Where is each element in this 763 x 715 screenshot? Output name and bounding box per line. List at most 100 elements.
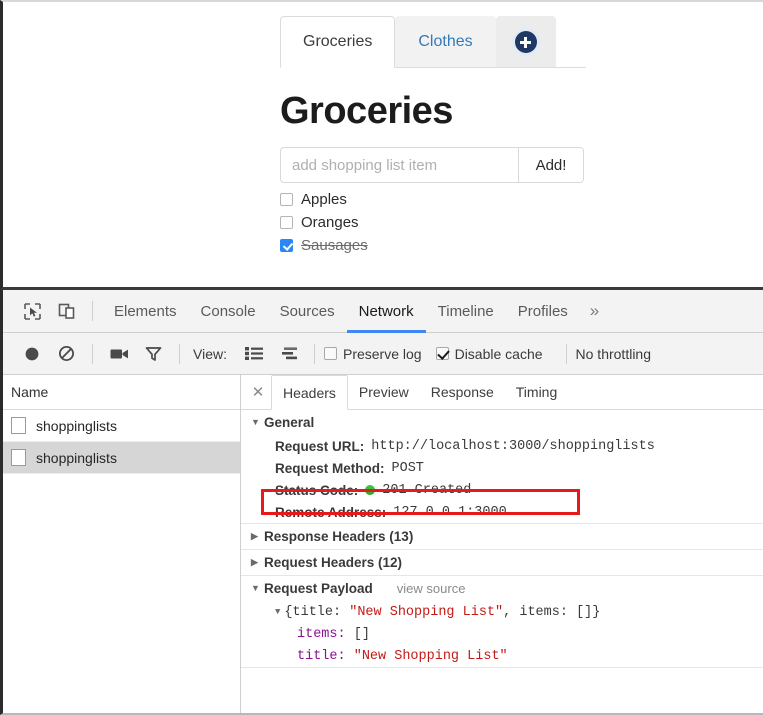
- detail-tab-timing[interactable]: Timing: [505, 375, 569, 410]
- request-method-value: POST: [392, 461, 424, 476]
- requests-column-header[interactable]: Name: [3, 375, 240, 410]
- section-request-headers-title: Request Headers (12): [264, 555, 402, 570]
- table-row[interactable]: shoppinglists: [3, 410, 240, 442]
- list-item-label: Oranges: [301, 214, 359, 231]
- add-item-input[interactable]: [281, 148, 518, 182]
- triangle-down-icon: ▼: [251, 418, 264, 427]
- close-icon[interactable]: ✕: [245, 375, 271, 410]
- status-code-key: Status Code:: [275, 483, 358, 498]
- request-url-key: Request URL:: [275, 439, 364, 454]
- inspect-element-icon[interactable]: [15, 296, 49, 326]
- tab-profiles[interactable]: Profiles: [506, 290, 580, 333]
- throttling-selector[interactable]: No throttling: [576, 346, 651, 362]
- row-status-code: Status Code: 201 Created: [241, 479, 763, 501]
- clear-no-entry-icon[interactable]: [49, 339, 83, 369]
- shopping-list-tabs: Groceries Clothes: [280, 16, 556, 68]
- browser-page-region: Groceries Clothes Groceries Add! Apples …: [0, 0, 763, 290]
- item-checkbox[interactable]: [280, 216, 293, 229]
- payload-summary-title: "New Shopping List": [349, 605, 503, 620]
- preserve-log-checkbox[interactable]: [324, 347, 337, 360]
- disable-cache-checkbox[interactable]: [436, 347, 449, 360]
- name-column-label: Name: [11, 384, 48, 400]
- camera-icon[interactable]: [102, 339, 136, 369]
- payload-summary[interactable]: ▼{title: "New Shopping List", items: []}: [241, 601, 763, 623]
- tab-console[interactable]: Console: [189, 290, 268, 333]
- detail-tab-preview[interactable]: Preview: [348, 375, 420, 410]
- status-code-value: 201 Created: [382, 483, 471, 498]
- page-title: Groceries: [280, 90, 453, 133]
- shopping-items-list: Apples Oranges Sausages: [280, 188, 368, 257]
- item-checkbox[interactable]: [280, 239, 293, 252]
- device-toolbar-icon[interactable]: [49, 296, 83, 326]
- row-request-url: Request URL: http://localhost:3000/shopp…: [241, 435, 763, 457]
- list-item-label: Sausages: [301, 237, 368, 254]
- add-item-button[interactable]: Add!: [518, 148, 583, 182]
- document-icon: [11, 417, 26, 434]
- plus-circle-icon: [515, 31, 537, 53]
- tab-sources[interactable]: Sources: [268, 290, 347, 333]
- waterfall-view-icon[interactable]: [271, 339, 305, 369]
- item-checkbox[interactable]: [280, 193, 293, 206]
- tab-clothes[interactable]: Clothes: [395, 16, 495, 68]
- payload-title-value: "New Shopping List": [354, 649, 508, 664]
- request-name: shoppinglists: [36, 418, 117, 434]
- tab-timeline[interactable]: Timeline: [426, 290, 506, 333]
- more-panels-chevron-icon[interactable]: »: [580, 301, 609, 321]
- request-name: shoppinglists: [36, 450, 117, 466]
- list-view-icon[interactable]: [237, 339, 271, 369]
- detail-tab-headers[interactable]: Headers: [271, 375, 348, 410]
- triangle-down-icon: ▼: [275, 607, 280, 617]
- document-icon: [11, 449, 26, 466]
- toolbar-divider: [314, 344, 315, 364]
- tab-add-list[interactable]: [496, 16, 556, 68]
- view-source-link[interactable]: view source: [397, 581, 466, 596]
- preserve-log-label: Preserve log: [343, 346, 422, 362]
- list-item[interactable]: Oranges: [280, 211, 368, 234]
- request-detail-pane: ✕ Headers Preview Response Timing ▼ Gene…: [241, 375, 763, 713]
- payload-items-key: items:: [297, 627, 346, 642]
- row-remote-address: Remote Address: 127.0.0.1:3000: [241, 501, 763, 523]
- list-item-label: Apples: [301, 191, 347, 208]
- triangle-right-icon: ▶: [251, 558, 264, 567]
- list-item[interactable]: Apples: [280, 188, 368, 211]
- section-general-title: General: [264, 415, 314, 430]
- triangle-down-icon: ▼: [251, 584, 264, 593]
- network-toolbar: View: Preserve log Disable cache No th: [3, 333, 763, 375]
- toolbar-divider: [92, 344, 93, 364]
- tab-elements[interactable]: Elements: [102, 290, 189, 333]
- tab-groceries[interactable]: Groceries: [280, 16, 395, 68]
- section-general-header[interactable]: ▼ General: [241, 410, 763, 435]
- list-item[interactable]: Sausages: [280, 234, 368, 257]
- detail-tab-response[interactable]: Response: [420, 375, 505, 410]
- payload-summary-mid: , items: [: [503, 605, 584, 620]
- add-item-group: Add!: [280, 147, 584, 183]
- remote-address-key: Remote Address:: [275, 505, 386, 520]
- green-status-icon: [365, 485, 375, 495]
- table-row[interactable]: shoppinglists: [3, 442, 240, 474]
- tab-clothes-label: Clothes: [418, 34, 472, 50]
- payload-title-row: title: "New Shopping List": [241, 645, 763, 667]
- section-general: ▼ General Request URL: http://localhost:…: [241, 410, 763, 524]
- detail-tabs: ✕ Headers Preview Response Timing: [241, 375, 763, 410]
- remote-address-value: 127.0.0.1:3000: [393, 505, 506, 520]
- triangle-right-icon: ▶: [251, 532, 264, 541]
- section-request-payload-title: Request Payload: [264, 581, 373, 596]
- section-request-payload-header[interactable]: ▼ Request Payload view source: [241, 576, 763, 601]
- devtools-toolbar: Elements Console Sources Network Timelin…: [3, 290, 763, 333]
- filter-funnel-icon[interactable]: [136, 339, 170, 369]
- tab-network[interactable]: Network: [347, 290, 426, 333]
- record-circle-icon[interactable]: [15, 339, 49, 369]
- preserve-log-option[interactable]: Preserve log: [324, 346, 422, 362]
- toolbar-divider: [92, 301, 93, 321]
- section-response-headers: ▶ Response Headers (13): [241, 524, 763, 550]
- payload-items-value: []: [354, 627, 370, 642]
- section-request-headers-header[interactable]: ▶ Request Headers (12): [241, 550, 763, 575]
- section-response-headers-header[interactable]: ▶ Response Headers (13): [241, 524, 763, 549]
- section-request-headers: ▶ Request Headers (12): [241, 550, 763, 576]
- network-requests-list: Name shoppinglists shoppinglists: [3, 375, 241, 713]
- network-body: Name shoppinglists shoppinglists ✕ Heade…: [3, 375, 763, 713]
- row-request-method: Request Method: POST: [241, 457, 763, 479]
- view-label: View:: [193, 346, 227, 362]
- disable-cache-option[interactable]: Disable cache: [436, 346, 543, 362]
- tab-groceries-label: Groceries: [303, 34, 372, 50]
